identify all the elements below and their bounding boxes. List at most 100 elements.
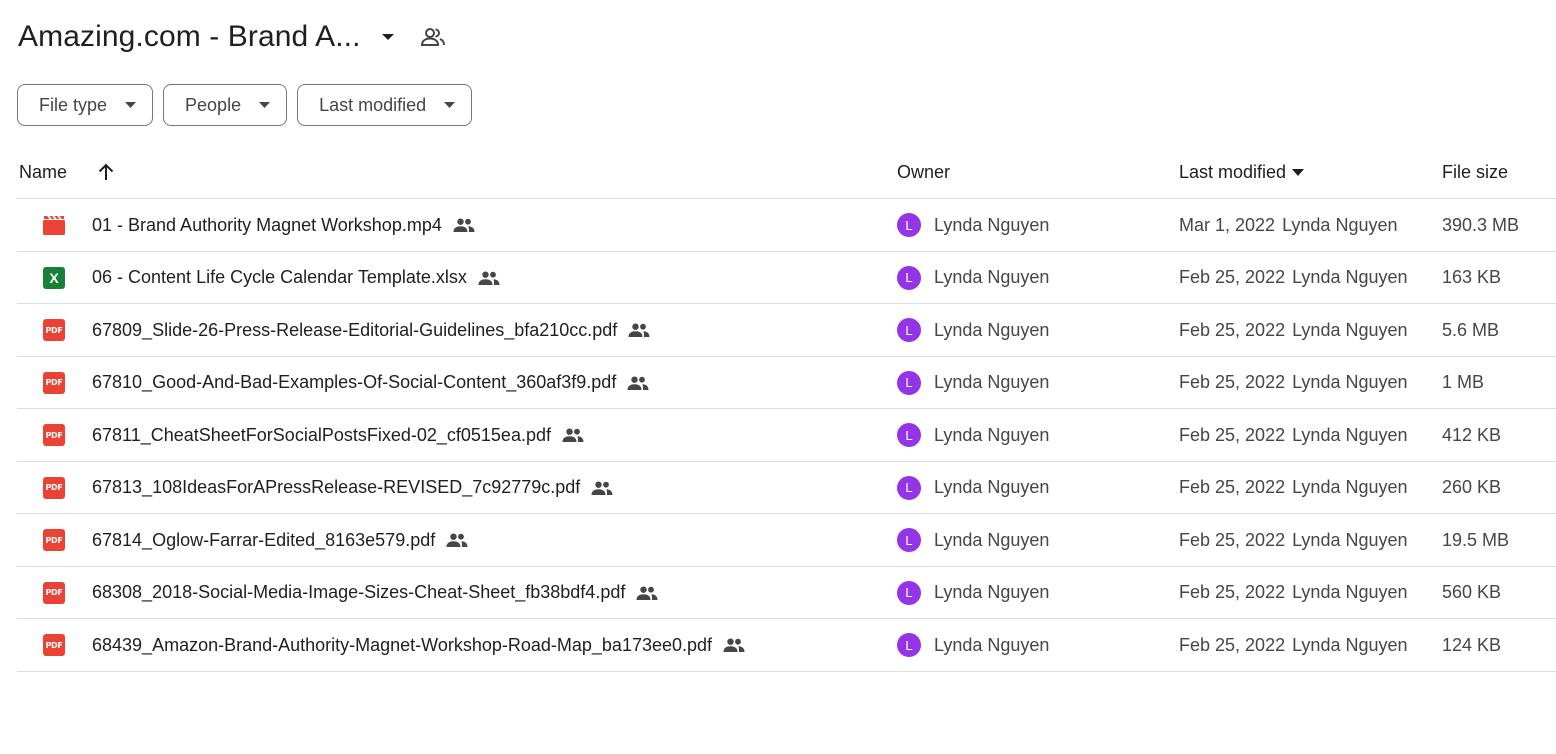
shared-people-icon <box>636 586 658 600</box>
arrow-drop-down-icon <box>1292 168 1305 176</box>
last-modified-cell: Feb 25, 2022 Lynda Nguyen <box>1179 252 1408 304</box>
file-name-cell[interactable]: 68308_2018-Social-Media-Image-Sizes-Chea… <box>92 567 658 619</box>
filter-label: Last modified <box>319 94 427 115</box>
file-size: 1 MB <box>1442 372 1485 392</box>
file-row[interactable]: PDF 67813_108IdeasForAPressRelease-REVISE… <box>17 462 1556 514</box>
owner-avatar: L <box>897 423 921 447</box>
file-size: 163 KB <box>1442 267 1502 287</box>
file-size: 390.3 MB <box>1442 214 1520 235</box>
file-name-cell[interactable]: 67810_Good-And-Bad-Examples-Of-Social-Co… <box>92 357 649 409</box>
modified-date: Feb 25, 2022 <box>1179 319 1286 340</box>
modified-by: Lynda Nguyen <box>1292 582 1408 602</box>
filter-people-chip[interactable]: People <box>163 84 288 126</box>
pdf-file-icon: PDF <box>43 476 65 499</box>
owner-cell: L Lynda Nguyen <box>897 619 1049 671</box>
modified-by: Lynda Nguyen <box>1292 424 1408 445</box>
owner-cell: L Lynda Nguyen <box>897 567 1049 619</box>
file-row[interactable]: PDF 68308_2018-Social-Media-Image-Sizes-C… <box>17 567 1556 619</box>
owner-name: Lynda Nguyen <box>934 477 1050 497</box>
filter-label: People <box>185 94 242 115</box>
file-name: 06 - Content Life Cycle Calendar Templat… <box>92 267 467 287</box>
file-name-cell[interactable]: 06 - Content Life Cycle Calendar Templat… <box>92 252 500 304</box>
file-size-cell: 1 MB <box>1442 357 1484 409</box>
file-size-cell: 390.3 MB <box>1442 199 1519 251</box>
modified-date: Feb 25, 2022 <box>1179 582 1286 602</box>
column-header-last-modified[interactable]: Last modified <box>1179 146 1305 198</box>
modified-by: Lynda Nguyen <box>1292 372 1408 392</box>
file-row[interactable]: PDF 67811_CheatSheetForSocialPostsFixed-0… <box>17 409 1556 462</box>
file-name-cell[interactable]: 67814_Oglow-Farrar-Edited_8163e579.pdf <box>92 514 468 566</box>
file-name-cell[interactable]: 01 - Brand Authority Magnet Workshop.mp4 <box>92 199 475 251</box>
owner-cell: L Lynda Nguyen <box>897 462 1049 514</box>
owner-name: Lynda Nguyen <box>934 267 1050 287</box>
pdf-file-icon: PDF <box>43 634 65 656</box>
modified-date: Feb 25, 2022 <box>1179 372 1286 392</box>
people-outline-icon[interactable] <box>420 27 445 47</box>
file-row[interactable]: 01 - Brand Authority Magnet Workshop.mp4… <box>17 199 1556 252</box>
file-name-cell[interactable]: 68439_Amazon-Brand-Authority-Magnet-Work… <box>92 619 745 671</box>
file-size-cell: 163 KB <box>1442 252 1501 304</box>
modified-by: Lynda Nguyen <box>1292 319 1408 340</box>
file-size: 124 KB <box>1442 634 1502 655</box>
modified-date: Mar 1, 2022 <box>1179 214 1276 235</box>
modified-by: Lynda Nguyen <box>1282 214 1398 235</box>
owner-avatar: L <box>897 213 921 237</box>
owner-cell: L Lynda Nguyen <box>897 409 1049 461</box>
file-name: 67810_Good-And-Bad-Examples-Of-Social-Co… <box>92 372 617 392</box>
filter-bar: File type People Last modified <box>17 84 473 126</box>
owner-avatar: L <box>897 318 921 342</box>
owner-name: Lynda Nguyen <box>934 214 1050 235</box>
file-row[interactable]: PDF 68439_Amazon-Brand-Authority-Magnet-W… <box>17 619 1556 672</box>
pdf-file-icon: PDF <box>43 371 65 394</box>
modified-by: Lynda Nguyen <box>1292 634 1408 655</box>
file-type-cell: PDF <box>43 462 65 514</box>
file-row[interactable]: PDF 67814_Oglow-Farrar-Edited_8163e579.pd… <box>17 514 1556 567</box>
file-name-cell[interactable]: 67809_Slide-26-Press-Release-Editorial-G… <box>92 304 650 356</box>
file-name-cell[interactable]: 67813_108IdeasForAPressRelease-REVISED_7… <box>92 462 613 514</box>
arrow-drop-down-icon[interactable] <box>381 33 395 41</box>
file-list-header: Name Owner Last modified File size <box>17 146 1556 199</box>
last-modified-cell: Feb 25, 2022 Lynda Nguyen <box>1179 567 1408 619</box>
modified-date: Feb 25, 2022 <box>1179 634 1286 655</box>
sort-ascending-arrow-icon[interactable] <box>97 146 115 198</box>
modified-date: Feb 25, 2022 <box>1179 267 1286 287</box>
file-type-cell: PDF <box>43 304 65 356</box>
column-header-file-size: File size <box>1442 146 1508 198</box>
owner-cell: L Lynda Nguyen <box>897 199 1049 251</box>
shared-people-icon <box>591 481 613 495</box>
modified-by: Lynda Nguyen <box>1292 477 1408 497</box>
file-type-cell: PDF <box>43 357 65 409</box>
video-file-icon <box>43 214 65 236</box>
file-row[interactable]: PDF 67810_Good-And-Bad-Examples-Of-Social… <box>17 357 1556 409</box>
column-label: Name <box>19 161 68 182</box>
file-rows: 01 - Brand Authority Magnet Workshop.mp4… <box>17 199 1556 672</box>
file-name: 68308_2018-Social-Media-Image-Sizes-Chea… <box>92 582 626 602</box>
filter-last-modified-chip[interactable]: Last modified <box>297 84 473 126</box>
file-name: 67813_108IdeasForAPressRelease-REVISED_7… <box>92 477 581 497</box>
file-type-cell: PDF <box>43 409 65 461</box>
file-type-cell: PDF <box>43 619 65 671</box>
owner-name: Lynda Nguyen <box>934 319 1050 340</box>
file-size-cell: 260 KB <box>1442 462 1501 514</box>
folder-title[interactable]: Amazing.com - Brand A... <box>18 20 361 54</box>
last-modified-cell: Feb 25, 2022 Lynda Nguyen <box>1179 409 1408 461</box>
file-name: 68439_Amazon-Brand-Authority-Magnet-Work… <box>92 634 713 655</box>
last-modified-cell: Feb 25, 2022 Lynda Nguyen <box>1179 304 1408 356</box>
filter-label: File type <box>39 94 108 115</box>
column-label: Owner <box>897 161 951 182</box>
file-size: 560 KB <box>1442 582 1502 602</box>
column-header-name[interactable]: Name <box>19 146 67 198</box>
shared-people-icon <box>628 323 650 337</box>
pdf-file-icon: PDF <box>43 319 65 341</box>
filter-file-type-chip[interactable]: File type <box>17 84 154 126</box>
file-name: 67811_CheatSheetForSocialPostsFixed-02_c… <box>92 424 551 445</box>
file-row[interactable]: PDF 67809_Slide-26-Press-Release-Editoria… <box>17 304 1556 357</box>
file-name: 67809_Slide-26-Press-Release-Editorial-G… <box>92 319 618 340</box>
shared-people-icon <box>723 638 745 652</box>
shared-people-icon <box>478 271 500 285</box>
owner-name: Lynda Nguyen <box>934 582 1050 602</box>
file-name-cell[interactable]: 67811_CheatSheetForSocialPostsFixed-02_c… <box>92 409 584 461</box>
owner-avatar: L <box>897 633 921 657</box>
file-row[interactable]: X 06 - Content Life Cycle Calendar Templa… <box>17 252 1556 304</box>
pdf-file-icon: PDF <box>43 581 65 604</box>
